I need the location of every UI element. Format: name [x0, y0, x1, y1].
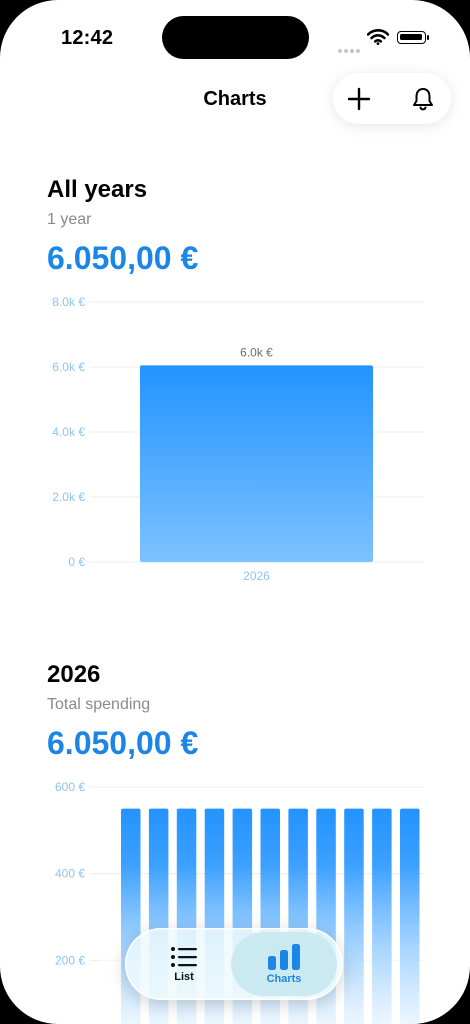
app-screen: 12:42 Charts All years 1 year 6.050,00 €… [0, 0, 470, 1024]
section-total-all-years: 6.050,00 € [47, 240, 199, 276]
bar-value-label: 6.0k € [240, 345, 273, 359]
tab-charts-label: Charts [266, 972, 302, 985]
bell-icon [413, 87, 433, 110]
y-tick-label: 2.0k € [52, 490, 85, 504]
y-tick-label: 8.0k € [52, 295, 85, 309]
tab-bar: List Charts [125, 928, 343, 1000]
y-tick-label: 0 € [68, 555, 85, 569]
x-tick-label: 2026 [243, 569, 270, 583]
section-subtitle-all-years: 1 year [47, 211, 92, 228]
add-button[interactable] [333, 73, 385, 124]
section-title-2026: 2026 [47, 661, 101, 688]
notifications-button[interactable] [397, 73, 449, 124]
y-tick-label: 4.0k € [52, 425, 85, 439]
dynamic-island [162, 16, 309, 59]
battery-icon [397, 31, 429, 44]
section-title-all-years: All years [47, 176, 148, 203]
wifi-icon [366, 29, 390, 50]
yearly-bar-chart: 8.0k € 6.0k € 4.0k € 2.0k € 0 € 6.0k € 2026 [0, 285, 470, 595]
tab-charts[interactable]: Charts [231, 932, 337, 996]
y-tick-label: 400 € [55, 867, 85, 881]
y-tick-label: 600 € [55, 780, 85, 794]
bar-chart-icon [268, 943, 300, 970]
y-tick-label: 6.0k € [52, 360, 85, 374]
status-time: 12:42 [61, 27, 114, 49]
nav-actions-group [333, 73, 451, 124]
device-frame: 12:42 Charts All years 1 year 6.050,00 €… [0, 0, 470, 1024]
list-icon [171, 946, 197, 967]
tab-list[interactable]: List [131, 932, 237, 996]
bar [140, 365, 373, 562]
y-tick-label: 200 € [55, 953, 85, 967]
tab-list-label: List [174, 970, 194, 983]
section-total-2026: 6.050,00 € [47, 725, 199, 761]
plus-icon [347, 87, 371, 110]
chart-canvas: 8.0k € 6.0k € 4.0k € 2.0k € 0 € 6.0k € 2026 [52, 295, 424, 583]
cellular-signal-icon [338, 40, 362, 58]
section-subtitle-2026: Total spending [47, 696, 151, 713]
